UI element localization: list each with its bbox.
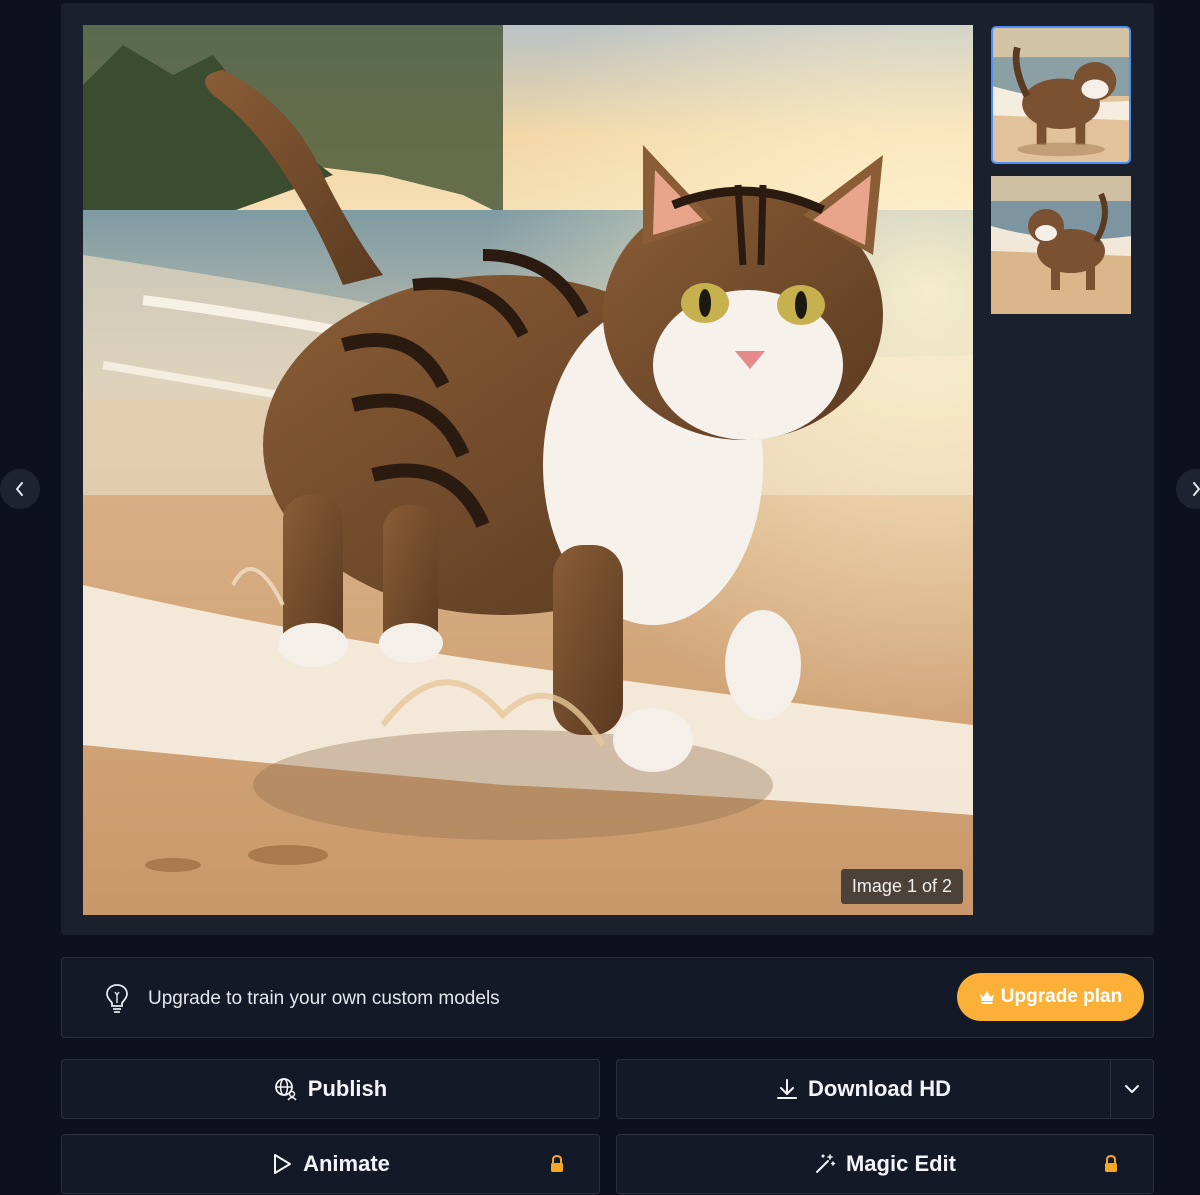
magic-edit-label: Magic Edit [845,1151,956,1176]
upgrade-banner: Upgrade to train your own custom models … [61,957,1154,1038]
publish-label: Publish [307,1076,388,1101]
chevron-down-icon [1125,1085,1139,1093]
download-hd-label: Download HD [808,1076,951,1101]
lock-icon [1105,1155,1117,1172]
magic-wand-icon [815,1154,836,1173]
animate-button[interactable]: Animate [61,1134,600,1194]
image-counter: Image 1 of 2 [840,869,963,904]
thumbnail-1[interactable] [991,26,1131,164]
next-image-button[interactable] [1176,469,1200,509]
image-viewer: Image 1 of 2 [61,3,1154,935]
generated-image-cat-on-beach[interactable]: Image 1 of 2 [83,25,973,915]
download-options-toggle[interactable] [1110,1059,1154,1119]
crown-icon [979,991,994,1004]
play-icon [274,1154,292,1174]
upgrade-message: Upgrade to train your own custom models [148,988,500,1009]
globe-user-icon [274,1078,297,1101]
upgrade-plan-button[interactable]: Upgrade plan [957,973,1144,1021]
upgrade-plan-label: Upgrade plan [1000,986,1123,1007]
download-icon [777,1079,797,1099]
animate-label: Animate [303,1151,390,1176]
chevron-left-icon [16,482,23,496]
download-hd-button[interactable]: Download HD [616,1059,1111,1119]
chevron-right-icon [1193,482,1200,496]
magic-edit-button[interactable]: Magic Edit [616,1134,1154,1194]
publish-button[interactable]: Publish [61,1059,600,1119]
lock-icon [551,1155,563,1172]
previous-image-button[interactable] [0,469,40,509]
thumbnail-2[interactable] [991,176,1131,314]
lightbulb-icon [106,984,128,1013]
